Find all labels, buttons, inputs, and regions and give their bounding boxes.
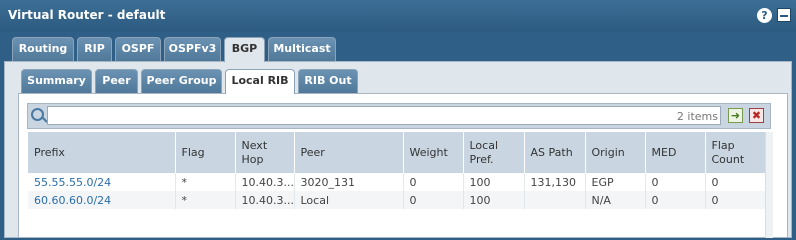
search-icon: [31, 108, 44, 121]
col-header-local-pref[interactable]: Local Pref.: [463, 132, 525, 173]
apply-filter-icon[interactable]: ➜: [728, 108, 743, 123]
tab-peer-group[interactable]: Peer Group: [141, 69, 222, 93]
tab-routing[interactable]: Routing: [12, 37, 74, 61]
cell-weight: 0: [403, 191, 464, 209]
tab-peer[interactable]: Peer: [95, 69, 138, 93]
clear-filter-icon[interactable]: ✖: [749, 108, 764, 123]
help-icon[interactable]: ?: [757, 8, 772, 23]
tab-summary[interactable]: Summary: [21, 69, 92, 93]
cell-peer: Local: [294, 191, 404, 209]
table-header-row: Prefix Flag Next Hop Peer Weight Local P…: [28, 132, 766, 173]
col-header-flap-count[interactable]: Flap Count: [705, 132, 766, 173]
tab-rib-out[interactable]: RIB Out: [298, 69, 358, 93]
tab-ospf[interactable]: OSPF: [115, 37, 161, 61]
cell-origin: EGP: [585, 173, 646, 191]
col-header-as-path[interactable]: AS Path: [524, 132, 586, 173]
items-count: 2 items: [676, 110, 718, 123]
cell-prefix[interactable]: 60.60.60.0/24: [28, 191, 176, 209]
col-header-origin[interactable]: Origin: [585, 132, 646, 173]
search-input[interactable]: [47, 106, 721, 125]
cell-flap-count: 0: [705, 191, 766, 209]
cell-flag: *: [175, 173, 236, 191]
cell-peer: 3020_131: [294, 173, 404, 191]
col-header-peer[interactable]: Peer: [294, 132, 404, 173]
table-row[interactable]: 55.55.55.0/24 * 10.40.3... 3020_131 0 10…: [28, 173, 766, 191]
col-header-next-hop[interactable]: Next Hop: [235, 132, 295, 173]
cell-local-pref: 100: [463, 173, 525, 191]
col-header-prefix[interactable]: Prefix: [28, 132, 176, 173]
tab-local-rib[interactable]: Local RIB: [225, 69, 295, 94]
col-header-med[interactable]: MED: [645, 132, 706, 173]
cell-as-path: 131,130: [524, 173, 586, 191]
cell-local-pref: 100: [463, 191, 525, 209]
tab-bgp[interactable]: BGP: [224, 37, 265, 62]
cell-flag: *: [175, 191, 236, 209]
window-title: Virtual Router - default: [8, 8, 166, 22]
cell-flap-count: 0: [705, 173, 766, 191]
maximize-icon[interactable]: [777, 8, 791, 22]
cell-next-hop: 10.40.3...: [235, 191, 295, 209]
cell-med: 0: [645, 173, 706, 191]
cell-med: 0: [645, 191, 706, 209]
cell-as-path: [524, 191, 586, 209]
col-header-weight[interactable]: Weight: [403, 132, 464, 173]
tab-ospfv3[interactable]: OSPFv3: [164, 37, 221, 61]
col-header-flag[interactable]: Flag: [175, 132, 236, 173]
cell-weight: 0: [403, 173, 464, 191]
local-rib-table: Prefix Flag Next Hop Peer Weight Local P…: [28, 132, 766, 238]
tab-rip[interactable]: RIP: [77, 37, 112, 61]
cell-prefix[interactable]: 55.55.55.0/24: [28, 173, 176, 191]
tab-multicast[interactable]: Multicast: [268, 37, 336, 61]
table-scrollbar[interactable]: [765, 132, 773, 238]
cell-next-hop: 10.40.3...: [235, 173, 295, 191]
table-row[interactable]: 60.60.60.0/24 * 10.40.3... Local 0 100 N…: [28, 191, 766, 209]
window-titlebar: Virtual Router - default: [0, 0, 796, 32]
cell-origin: N/A: [585, 191, 646, 209]
